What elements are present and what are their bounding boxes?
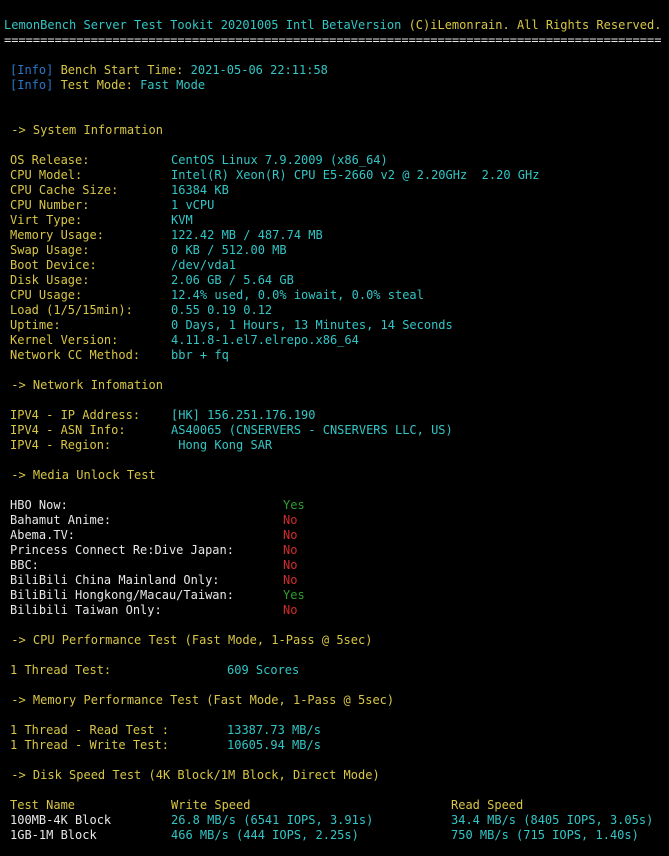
section-media-heading: -> Media Unlock Test: [4, 468, 156, 482]
system-label: Swap Usage:: [10, 243, 90, 257]
header-line: LemonBench Server Test Tookit 20201005 I…: [4, 18, 661, 33]
disk-header-name: Test Name: [10, 798, 76, 812]
system-value: 1 vCPU: [171, 198, 215, 212]
section-cpu-heading: -> CPU Performance Test (Fast Mode, 1-Pa…: [4, 633, 373, 647]
media-status: No: [283, 558, 298, 572]
section-disk-heading: -> Disk Speed Test (4K Block/1M Block, D…: [4, 768, 380, 782]
info-value: 2021-05-06 22:11:58: [190, 63, 328, 77]
cpu-test-score: 609 Scores: [227, 663, 300, 677]
media-status: No: [283, 528, 298, 542]
info-tag: [Info]: [10, 78, 54, 92]
media-status: No: [283, 603, 298, 617]
info-value: Fast Mode: [140, 78, 206, 92]
system-label: Network CC Method:: [10, 348, 141, 362]
media-label: Bilibili Taiwan Only:: [10, 603, 162, 617]
system-value: 0 Days, 1 Hours, 13 Minutes, 14 Seconds: [171, 318, 453, 332]
disk-row-write: 466 MB/s (444 IOPS, 2.25s): [171, 828, 359, 842]
system-value: 0.55 0.19 0.12: [171, 303, 273, 317]
section-system-heading: -> System Information: [4, 123, 163, 137]
separator-rule: ========================================…: [4, 33, 662, 47]
memory-write-value: 10605.94 MB/s: [227, 738, 321, 752]
info-test-mode: [Info] Test Mode: Fast Mode: [10, 78, 205, 93]
system-label: Disk Usage:: [10, 273, 90, 287]
memory-read-value: 13387.73 MB/s: [227, 723, 321, 737]
app-title: LemonBench Server Test Tookit 20201005 I…: [4, 18, 409, 32]
system-label: Memory Usage:: [10, 228, 104, 242]
disk-row-read: 34.4 MB/s (8405 IOPS, 3.05s): [451, 813, 654, 827]
media-status: No: [283, 543, 298, 557]
system-label: OS Release:: [10, 153, 90, 167]
media-status: No: [283, 573, 298, 587]
system-label: Uptime:: [10, 318, 61, 332]
media-label: Abema.TV:: [10, 528, 76, 542]
system-label: Load (1/5/15min):: [10, 303, 133, 317]
network-value: AS40065 (CNSERVERS - CNSERVERS LLC, US): [171, 423, 453, 437]
network-label: IPV4 - IP Address:: [10, 408, 141, 422]
system-value: CentOS Linux 7.9.2009 (x86_64): [171, 153, 388, 167]
section-network-heading: -> Network Infomation: [4, 378, 163, 392]
network-label: IPV4 - ASN Info:: [10, 423, 126, 437]
system-label: CPU Usage:: [10, 288, 83, 302]
media-label: HBO Now:: [10, 498, 68, 512]
section-memory-heading: -> Memory Performance Test (Fast Mode, 1…: [4, 693, 395, 707]
network-value: [HK] 156.251.176.190: [171, 408, 316, 422]
system-label: CPU Cache Size:: [10, 183, 119, 197]
system-label: Boot Device:: [10, 258, 97, 272]
system-label: Virt Type:: [10, 213, 83, 227]
system-value: 4.11.8-1.el7.elrepo.x86_64: [171, 333, 359, 347]
media-status: Yes: [283, 588, 305, 602]
disk-row-name: 1GB-1M Block: [10, 828, 97, 842]
media-label: Bahamut Anime:: [10, 513, 112, 527]
system-value: bbr + fq: [171, 348, 229, 362]
disk-header-write: Write Speed: [171, 798, 251, 812]
memory-read-label: 1 Thread - Read Test :: [10, 723, 169, 737]
system-value: 2.06 GB / 5.64 GB: [171, 273, 294, 287]
system-value: Intel(R) Xeon(R) CPU E5-2660 v2 @ 2.20GH…: [171, 168, 540, 182]
system-value: KVM: [171, 213, 193, 227]
copyright-text: (C)iLemonrain. All Rights Reserved.: [408, 18, 662, 32]
terminal-window[interactable]: LemonBench Server Test Tookit 20201005 I…: [0, 0, 669, 856]
network-value: Hong Kong SAR: [171, 438, 273, 452]
info-label: Test Mode:: [53, 78, 141, 92]
disk-row-read: 750 MB/s (715 IOPS, 1.40s): [451, 828, 639, 842]
disk-row-name: 100MB-4K Block: [10, 813, 112, 827]
cpu-test-label: 1 Thread Test:: [10, 663, 112, 677]
system-value: 16384 KB: [171, 183, 229, 197]
info-label: Bench Start Time:: [53, 63, 191, 77]
info-start-time: [Info] Bench Start Time: 2021-05-06 22:1…: [10, 63, 328, 78]
media-status: Yes: [283, 498, 305, 512]
network-label: IPV4 - Region:: [10, 438, 112, 452]
media-label: BiliBili Hongkong/Macau/Taiwan:: [10, 588, 234, 602]
disk-row-write: 26.8 MB/s (6541 IOPS, 3.91s): [171, 813, 374, 827]
info-tag: [Info]: [10, 63, 54, 77]
disk-header-read: Read Speed: [451, 798, 524, 812]
memory-write-label: 1 Thread - Write Test:: [10, 738, 169, 752]
system-label: CPU Model:: [10, 168, 83, 182]
system-value: 0 KB / 512.00 MB: [171, 243, 287, 257]
system-label: CPU Number:: [10, 198, 90, 212]
system-label: Kernel Version:: [10, 333, 119, 347]
media-status: No: [283, 513, 298, 527]
system-value: 12.4% used, 0.0% iowait, 0.0% steal: [171, 288, 424, 302]
system-value: /dev/vda1: [171, 258, 237, 272]
media-label: Princess Connect Re:Dive Japan:: [10, 543, 234, 557]
system-value: 122.42 MB / 487.74 MB: [171, 228, 323, 242]
media-label: BBC:: [10, 558, 39, 572]
media-label: BiliBili China Mainland Only:: [10, 573, 220, 587]
